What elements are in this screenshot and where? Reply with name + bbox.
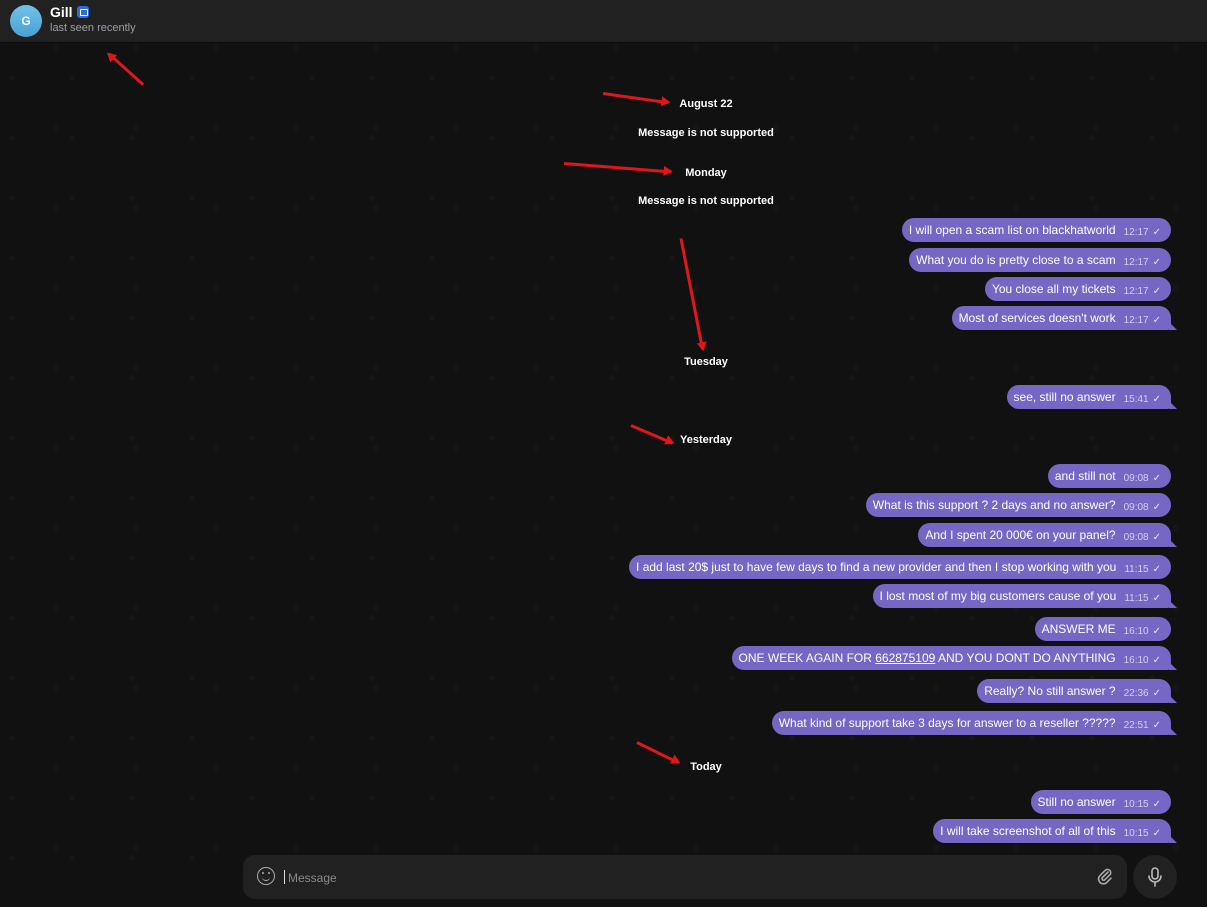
message-text: You close all my tickets — [991, 282, 1116, 296]
read-check-icon: ✓ — [1152, 655, 1161, 666]
read-check-icon: ✓ — [1152, 473, 1161, 484]
service-message: Message is not supported — [638, 195, 774, 207]
read-check-icon: ✓ — [1152, 502, 1161, 513]
message-time: 09:08 — [1123, 473, 1149, 484]
date-separator: August 22 — [679, 98, 733, 110]
read-check-icon: ✓ — [1152, 286, 1161, 297]
contact-status: last seen recently — [50, 22, 136, 34]
message-time: 22:36 — [1123, 688, 1149, 699]
message-text: I lost most of my big customers cause of… — [879, 589, 1117, 603]
outgoing-message[interactable]: ANSWER ME 16:10 ✓ — [1034, 617, 1171, 641]
message-text: ANSWER ME — [1041, 622, 1116, 636]
outgoing-message[interactable]: What is this support ? 2 days and no ans… — [865, 493, 1171, 517]
outgoing-message[interactable]: see, still no answer 15:41 ✓ — [1006, 385, 1178, 409]
message-time: 12:17 — [1123, 286, 1149, 297]
message-time: 11:15 — [1124, 593, 1149, 604]
message-text: And I spent 20 000€ on your panel? — [925, 528, 1116, 542]
message-text-pre: ONE WEEK AGAIN FOR — [738, 651, 876, 665]
message-time: 16:10 — [1123, 655, 1149, 666]
message-text: and still not — [1054, 469, 1116, 483]
message-time: 12:17 — [1123, 315, 1149, 326]
read-check-icon: ✓ — [1152, 626, 1161, 637]
bot-icon — [76, 6, 89, 18]
message-time: 09:08 — [1123, 502, 1149, 513]
outgoing-message[interactable]: I add last 20$ just to have few days to … — [629, 555, 1171, 579]
date-separator: Tuesday — [684, 356, 728, 368]
outgoing-message[interactable]: I will take screenshot of all of this 10… — [933, 819, 1177, 843]
service-message: Message is not supported — [638, 127, 774, 139]
message-composer[interactable] — [243, 855, 1127, 899]
emoji-icon[interactable] — [257, 867, 275, 885]
outgoing-message[interactable]: What kind of support take 3 days for ans… — [771, 711, 1178, 735]
message-text: I will take screenshot of all of this — [940, 824, 1116, 838]
chat-header[interactable]: G Gill last seen recently — [0, 0, 1207, 43]
message-link[interactable]: 662875109 — [875, 651, 935, 665]
read-check-icon: ✓ — [1152, 394, 1161, 405]
outgoing-message[interactable]: and still not 09:08 ✓ — [1047, 464, 1171, 488]
contact-name[interactable]: Gill — [50, 4, 89, 20]
chat-background — [0, 0, 1207, 907]
outgoing-message[interactable]: What you do is pretty close to a scam 12… — [909, 248, 1171, 272]
message-time: 12:17 — [1123, 257, 1149, 268]
message-text: What you do is pretty close to a scam — [916, 253, 1116, 267]
date-separator: Yesterday — [680, 434, 732, 446]
message-time: 10:15 — [1123, 828, 1149, 839]
message-text: What is this support ? 2 days and no ans… — [872, 498, 1116, 512]
date-separator: Today — [690, 761, 722, 773]
read-check-icon: ✓ — [1152, 227, 1161, 238]
message-time: 12:17 — [1123, 227, 1149, 238]
avatar[interactable]: G — [10, 5, 42, 37]
message-text-post: AND YOU DONT DO ANYTHING — [935, 651, 1116, 665]
microphone-icon[interactable] — [1133, 855, 1177, 899]
read-check-icon: ✓ — [1152, 532, 1161, 543]
message-text: see, still no answer — [1013, 390, 1116, 404]
message-text: I add last 20$ just to have few days to … — [636, 560, 1117, 574]
outgoing-message[interactable]: I will open a scam list on blackhatworld… — [901, 218, 1171, 242]
read-check-icon: ✓ — [1152, 828, 1161, 839]
outgoing-message[interactable]: ONE WEEK AGAIN FOR 662875109 AND YOU DON… — [731, 646, 1178, 670]
read-check-icon: ✓ — [1152, 257, 1161, 268]
date-separator: Monday — [685, 167, 727, 179]
read-check-icon: ✓ — [1152, 564, 1161, 575]
message-text: What kind of support take 3 days for ans… — [778, 716, 1116, 730]
message-time: 11:15 — [1124, 564, 1149, 575]
read-check-icon: ✓ — [1152, 799, 1161, 810]
message-input[interactable] — [286, 865, 1090, 891]
message-time: 15:41 — [1123, 394, 1149, 405]
message-text: Really? No still answer ? — [984, 684, 1116, 698]
read-check-icon: ✓ — [1152, 688, 1161, 699]
message-time: 22:51 — [1123, 720, 1149, 731]
contact-name-text: Gill — [50, 4, 73, 20]
outgoing-message[interactable]: And I spent 20 000€ on your panel? 09:08… — [918, 523, 1177, 547]
message-time: 16:10 — [1123, 626, 1149, 637]
paperclip-icon[interactable] — [1097, 867, 1113, 889]
message-text: I will open a scam list on blackhatworld — [908, 223, 1116, 237]
outgoing-message[interactable]: Really? No still answer ? 22:36 ✓ — [977, 679, 1177, 703]
read-check-icon: ✓ — [1152, 720, 1161, 731]
message-text: ONE WEEK AGAIN FOR 662875109 AND YOU DON… — [739, 651, 1116, 665]
outgoing-message[interactable]: I lost most of my big customers cause of… — [872, 584, 1178, 608]
message-time: 10:15 — [1123, 799, 1149, 810]
outgoing-message[interactable]: Most of services doesn't work 12:17 ✓ — [951, 306, 1178, 330]
read-check-icon: ✓ — [1152, 315, 1161, 326]
message-text: Most of services doesn't work — [958, 311, 1116, 325]
read-check-icon: ✓ — [1152, 593, 1161, 604]
outgoing-message[interactable]: Still no answer 10:15 ✓ — [1030, 790, 1171, 814]
outgoing-message[interactable]: You close all my tickets 12:17 ✓ — [984, 277, 1171, 301]
message-time: 09:08 — [1123, 532, 1149, 543]
text-cursor — [284, 870, 285, 884]
message-text: Still no answer — [1037, 795, 1116, 809]
